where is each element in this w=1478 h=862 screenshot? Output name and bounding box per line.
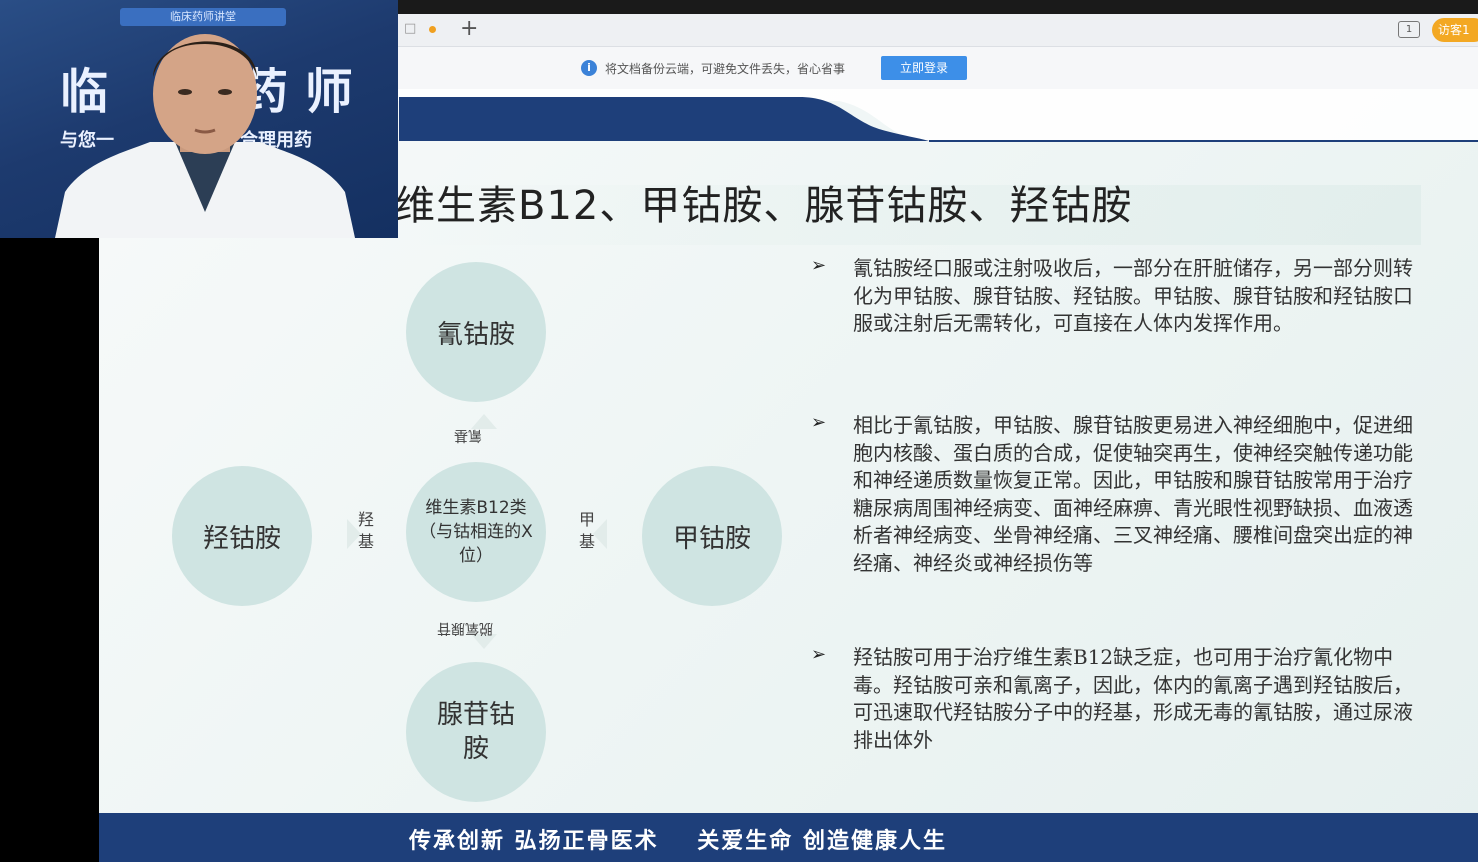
user-chip[interactable]: 访客1 [1432, 18, 1478, 42]
label-cyano: 氰基 [454, 427, 482, 443]
node-adenosylcobalamin: 腺苷钴胺 [406, 662, 546, 802]
new-tab-button[interactable]: + [460, 16, 478, 42]
webcam-overlay: 临床药师讲堂 临 药 师 与您一 合理用药 [0, 0, 398, 238]
label-methyl: 甲基 [579, 510, 596, 551]
tab-status-dot [429, 26, 436, 33]
slide-footer: 传承创新 弘扬正骨医术 关爱生命 创造健康人生 [99, 813, 1478, 862]
tab-count-badge[interactable]: 1 [1398, 21, 1420, 38]
presenter-video [55, 34, 355, 238]
info-icon: i [581, 60, 597, 76]
cloud-backup-notice: i 将文档备份云端，可避免文件丢失，省心省事 立即登录 [396, 47, 1478, 89]
arrow-bullet-icon: ➢ [811, 412, 827, 433]
arrow-bullet-icon: ➢ [811, 644, 827, 665]
browser-tab-strip: □ + 1 访客1 [396, 14, 1478, 47]
arrow-bullet-icon: ➢ [811, 255, 827, 276]
notice-text: 将文档备份云端，可避免文件丢失，省心省事 [605, 62, 846, 76]
node-vitamin-b12-class: 维生素B12类（与钴相连的X位） [406, 462, 546, 602]
label-deoxyadenosyl: 脱氧腺苷 [437, 620, 493, 636]
bullet-text: 相比于氰钴胺，甲钴胺、腺苷钴胺更易进入神经细胞中，促进细胞内核酸、蛋白质的合成，… [853, 413, 1413, 575]
footer-slogan: 传承创新 弘扬正骨医术 关爱生命 创造健康人生 [409, 828, 947, 854]
bullet-text: 羟钴胺可用于治疗维生素B12缺乏症，也可用于治疗氰化物中毒。羟钴胺可亲和氰离子，… [853, 645, 1413, 752]
node-cyanocobalamin: 氰钴胺 [406, 262, 546, 402]
node-hydroxocobalamin: 羟钴胺 [172, 466, 312, 606]
label-hydroxy: 羟基 [358, 510, 375, 551]
bullet-text: 氰钴胺经口服或注射吸收后，一部分在肝脏储存，另一部分则转化为甲钴胺、腺苷钴胺、羟… [853, 256, 1413, 335]
login-button[interactable]: 立即登录 [881, 56, 967, 80]
node-methylcobalamin: 甲钴胺 [642, 466, 782, 606]
tab-page-icon[interactable]: □ [404, 21, 416, 36]
